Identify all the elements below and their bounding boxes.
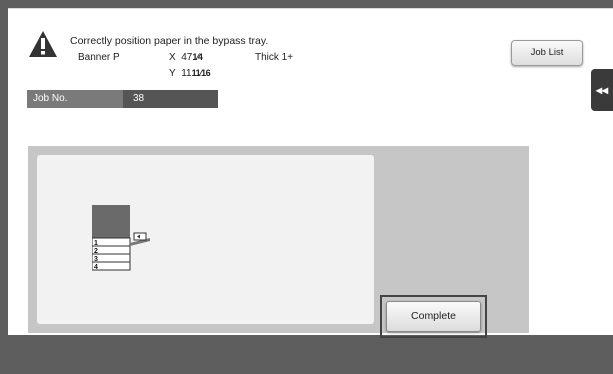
y-fraction: 11⁄16 [191,68,211,78]
x-fraction: 1⁄4 [192,52,203,62]
job-number-bar: Job No. 38 [27,90,218,108]
tray-number: 1 [94,240,98,247]
job-number-value: 38 [123,90,218,108]
paper-size-x: X 471⁄4 [169,52,203,63]
side-panel-toggle-button[interactable]: ◂◂ [591,69,613,111]
main-screen: Correctly position paper in the bypass t… [8,8,613,338]
x-label: X [169,52,176,63]
complete-button[interactable]: Complete [386,301,481,332]
complete-button-focus: Complete [380,295,487,338]
job-number-label: Job No. [33,93,68,104]
paper-size-y: Y 1111⁄16 [169,68,211,79]
tray-number: 4 [94,264,98,271]
paper-name: Banner P [78,52,120,63]
y-label: Y [169,68,176,79]
tray-number: 3 [94,256,98,263]
guidance-panel: 1 2 3 4 Complete [28,146,529,338]
tray-number: 2 [94,248,98,255]
warning-icon [29,31,57,57]
paper-type: Thick 1+ [255,52,294,63]
message-text: Correctly position paper in the bypass t… [70,35,269,47]
x-value: 47 [181,52,193,63]
bypass-tray-illustration: 1 2 3 4 [37,155,374,324]
machine-diagram: 1 2 3 4 [92,205,150,271]
job-list-button[interactable]: Job List [511,40,583,66]
y-value: 11 [181,68,192,79]
machine-body [92,205,130,238]
